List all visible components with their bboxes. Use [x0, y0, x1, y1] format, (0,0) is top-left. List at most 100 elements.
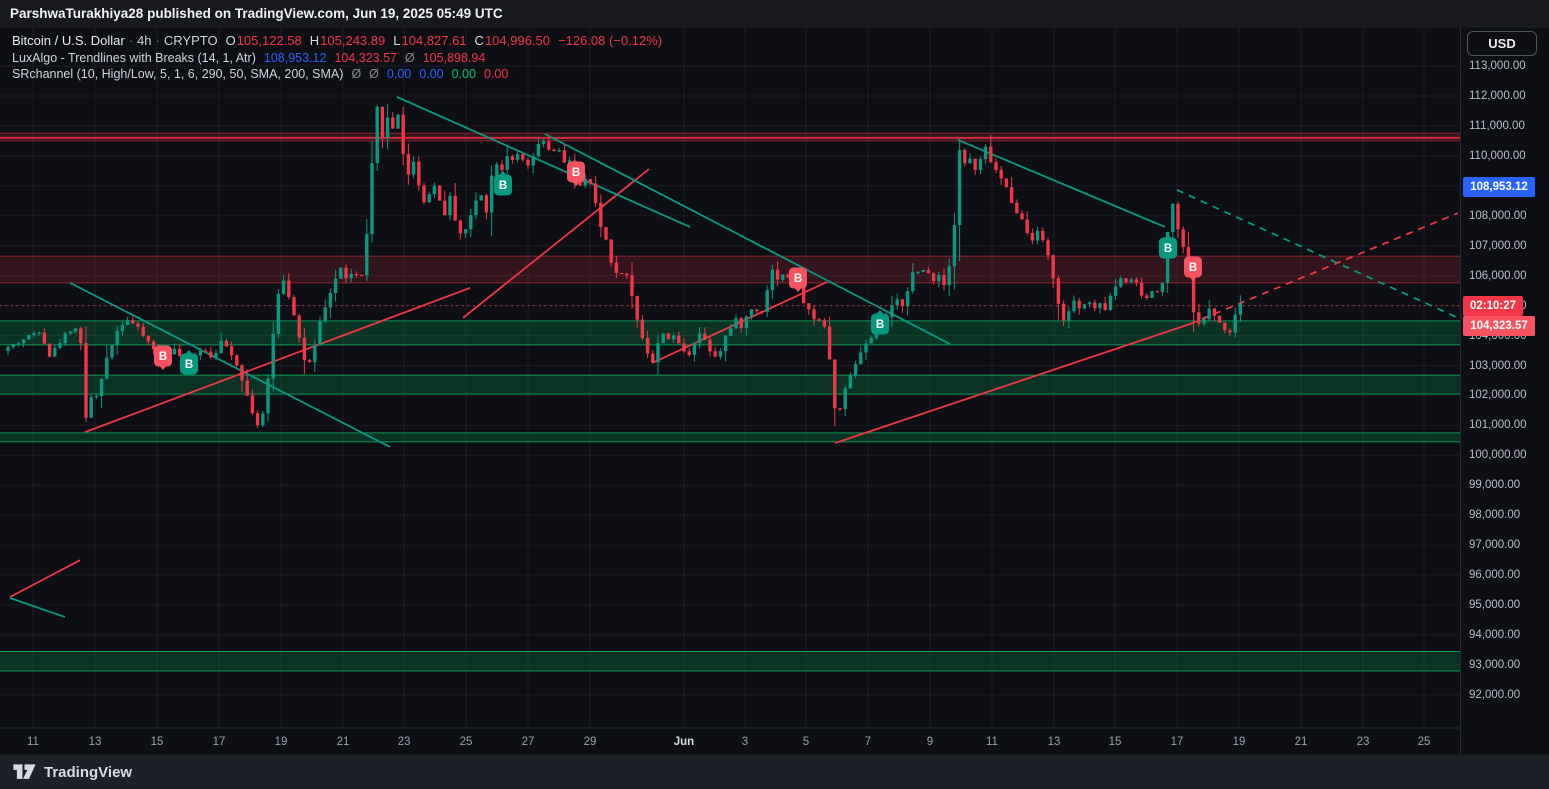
price-axis-tick: 100,000.00 — [1469, 449, 1527, 462]
tradingview-brand-text: TradingView — [44, 763, 133, 781]
down-trendline — [957, 139, 1166, 228]
candle-up — [463, 229, 468, 239]
time-axis-tick: 7 — [865, 736, 871, 748]
resistance-zone — [0, 132, 1460, 142]
time-axis-tick: 5 — [803, 736, 809, 748]
price-axis-tick: 110,000.00 — [1469, 149, 1526, 162]
down-trendline-extension — [1176, 189, 1459, 319]
candle-down — [713, 347, 717, 358]
candle-up — [125, 316, 130, 326]
candle-up — [427, 191, 431, 204]
candle-up — [515, 150, 520, 163]
candle-up — [21, 338, 26, 348]
candle-up — [1160, 282, 1165, 297]
price-axis-tick: 92,000.00 — [1469, 688, 1521, 701]
tradingview-mark-icon — [13, 764, 36, 779]
support-zone — [0, 432, 1460, 443]
resistance-zone — [0, 255, 1460, 284]
candle-down — [1009, 176, 1014, 203]
candle-down — [1212, 308, 1217, 322]
price-axis-tick: 111,000.00 — [1469, 119, 1525, 132]
svg-text:B: B — [876, 319, 884, 331]
currency-toggle-button[interactable]: USD — [1467, 31, 1537, 56]
price-axis-tick: 107,000.00 — [1469, 239, 1527, 252]
candle-up — [978, 156, 983, 175]
candle-up — [718, 347, 723, 360]
price-axis-tick: 97,000.00 — [1469, 539, 1521, 552]
candle-down — [307, 358, 312, 363]
price-axis[interactable]: USD 113,000.00 112,000.00 111,000.00 110,00… — [1460, 28, 1549, 754]
candle-down — [807, 303, 811, 315]
svg-text:B: B — [572, 167, 580, 179]
time-axis-tick: 17 — [1171, 736, 1184, 748]
candle-up — [339, 267, 343, 279]
bearish-break-label: B — [567, 161, 585, 186]
candle-up — [276, 289, 281, 339]
candle-up — [261, 411, 265, 428]
candle-up — [661, 333, 665, 344]
time-axis-tick: 11 — [27, 736, 39, 748]
price-axis-tick: 99,000.00 — [1469, 479, 1521, 492]
candle-down — [292, 294, 296, 316]
candle-down — [1015, 199, 1019, 214]
candle-down — [552, 148, 556, 152]
candle-up — [723, 334, 728, 362]
footer-bar: TradingView — [0, 754, 1549, 789]
candle-up — [385, 104, 390, 150]
time-axis-tick: 27 — [522, 736, 535, 748]
support-zone — [0, 651, 1460, 672]
time-axis[interactable]: 11 13 15 17 19 21 23 25 27 29 Jun 3 5 7 9 11 13 15 17 19 21 2… — [0, 727, 1460, 748]
candle-down — [1041, 227, 1045, 243]
down-trendline — [396, 96, 691, 228]
time-axis-tick: 25 — [460, 736, 473, 748]
chart-pane[interactable]: BBBBBBBB11 13 15 17 19 21 23 25 27 29 Jun 3 5 7 9 11 13 1… — [0, 28, 1460, 754]
candle-down — [443, 190, 447, 216]
candle-down — [422, 183, 426, 205]
candle-down — [177, 343, 182, 357]
candle-down — [1181, 226, 1185, 254]
svg-text:B: B — [185, 359, 193, 371]
candle-down — [1197, 303, 1201, 327]
candle-up — [489, 165, 494, 236]
svg-text:B: B — [1189, 262, 1197, 274]
candle-up — [6, 345, 10, 356]
up-trendline — [9, 559, 81, 598]
price-axis-tick: 98,000.00 — [1469, 509, 1521, 522]
candle-up — [957, 139, 962, 262]
candle-down — [453, 183, 457, 221]
candle-down — [521, 153, 525, 162]
support-zone — [0, 374, 1460, 395]
candle-down — [79, 326, 83, 351]
tradingview-logo[interactable]: TradingView — [12, 763, 132, 781]
price-axis-tick: 103,000.00 — [1469, 359, 1527, 372]
time-axis-tick: 21 — [337, 736, 350, 748]
candle-up — [692, 342, 697, 362]
time-axis-tick: Jun — [674, 736, 694, 748]
candle-up — [365, 219, 369, 282]
time-axis-tick: 19 — [1233, 736, 1246, 748]
candle-down — [1030, 228, 1035, 245]
candle-up — [110, 345, 114, 360]
candle-down — [651, 349, 655, 363]
candle-up — [479, 195, 483, 201]
candle-down — [609, 238, 613, 267]
bullish-break-label: B — [1159, 234, 1177, 259]
candle-up — [99, 378, 104, 408]
candle-up — [734, 314, 738, 330]
candle-down — [380, 106, 385, 149]
time-axis-tick: 3 — [742, 736, 748, 748]
time-axis-tick: 15 — [151, 736, 164, 748]
candle-down — [1155, 290, 1159, 293]
time-axis-tick: 13 — [89, 736, 102, 748]
down-trendline — [9, 597, 66, 618]
candle-down — [994, 157, 998, 173]
candle-down — [604, 226, 608, 241]
time-axis-tick: 19 — [275, 736, 288, 748]
candle-up — [968, 153, 972, 164]
candle-up — [765, 285, 769, 318]
candle-up — [1171, 202, 1175, 244]
time-axis-tick: 23 — [398, 736, 411, 748]
svg-text:B: B — [499, 180, 507, 192]
candle-up — [323, 299, 327, 323]
candle-down — [1020, 210, 1024, 220]
